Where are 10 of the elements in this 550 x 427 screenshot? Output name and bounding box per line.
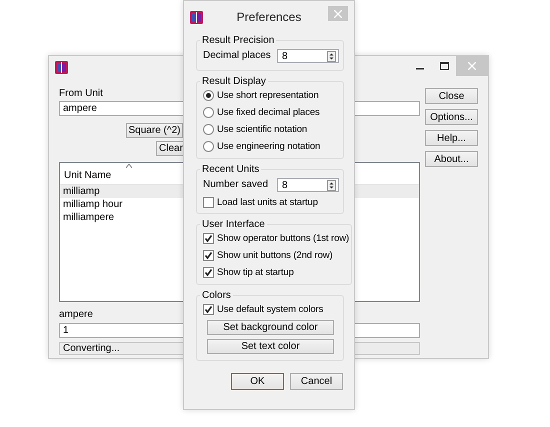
to-unit-label: ampere <box>59 308 93 321</box>
group-title: Result Display <box>201 76 267 87</box>
field-label: Decimal places <box>203 49 271 62</box>
dialog-title: Preferences <box>236 10 302 24</box>
group-title: Result Precision <box>201 35 276 46</box>
group-title: Recent Units <box>201 164 260 175</box>
field-label: Number saved <box>203 178 268 191</box>
group-title: Colors <box>201 290 232 301</box>
from-unit-label: From Unit <box>59 87 103 100</box>
group-title: User Interface <box>201 219 266 230</box>
